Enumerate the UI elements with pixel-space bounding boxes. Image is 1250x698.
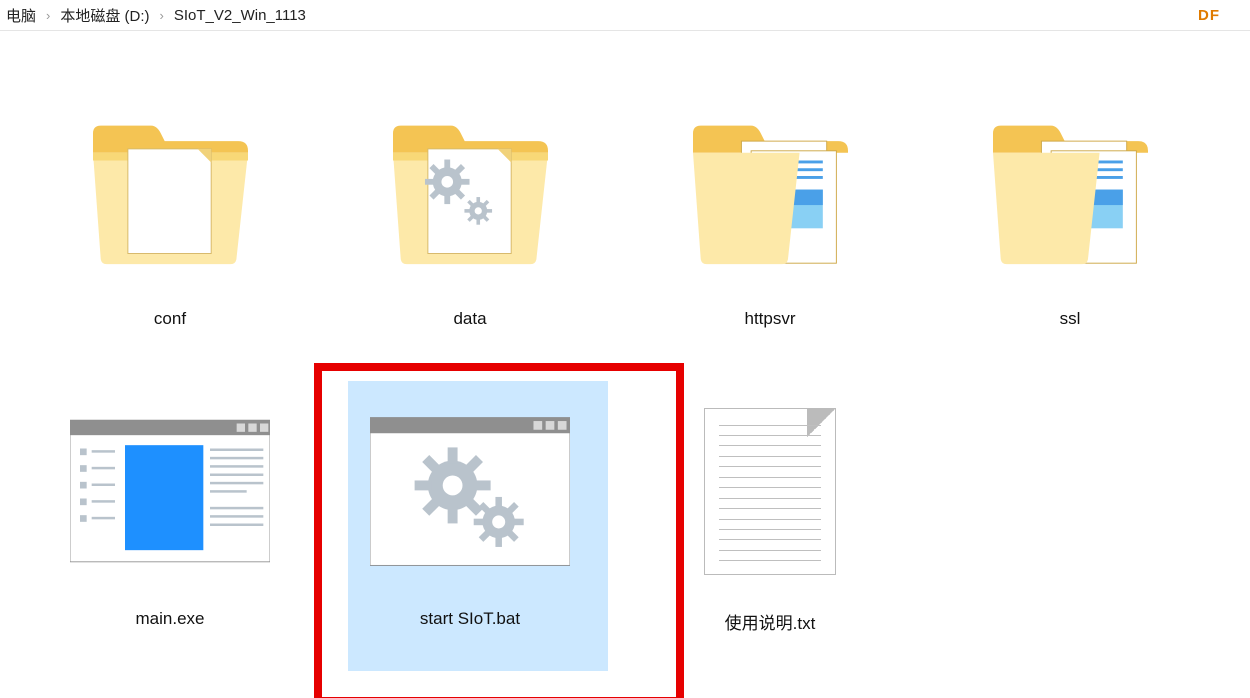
chevron-right-icon: ›	[152, 8, 172, 23]
item-label: ssl	[1060, 309, 1081, 329]
df-badge: DF	[1198, 7, 1220, 24]
folder-ssl[interactable]: ssl	[920, 71, 1220, 371]
folder-data[interactable]: data	[320, 71, 620, 371]
item-label: conf	[154, 309, 186, 329]
file-grid: conf data httpsvr ssl main.exe star	[0, 31, 1250, 671]
bat-icon	[370, 391, 570, 591]
text-file-icon	[670, 391, 870, 591]
item-label: data	[453, 309, 486, 329]
breadcrumb-drive[interactable]: 本地磁盘 (D:)	[58, 5, 151, 26]
file-main-exe[interactable]: main.exe	[20, 371, 320, 671]
item-label: start SIoT.bat	[420, 609, 520, 629]
breadcrumb[interactable]: 电脑 › 本地磁盘 (D:) › SIoT_V2_Win_1113 DF	[0, 0, 1250, 31]
item-label: httpsvr	[744, 309, 795, 329]
folder-icon	[70, 91, 270, 291]
item-label: main.exe	[136, 609, 205, 629]
folder-gears-icon	[370, 91, 570, 291]
file-readme-txt[interactable]: 使用说明.txt	[620, 371, 920, 671]
breadcrumb-folder[interactable]: SIoT_V2_Win_1113	[172, 7, 308, 24]
folder-conf[interactable]: conf	[20, 71, 320, 371]
file-start-siot-bat[interactable]: start SIoT.bat	[320, 371, 620, 671]
folder-docs-icon	[670, 91, 870, 291]
folder-docs-icon	[970, 91, 1170, 291]
chevron-right-icon: ›	[38, 8, 58, 23]
exe-icon	[70, 391, 270, 591]
breadcrumb-pc[interactable]: 电脑	[4, 5, 38, 26]
folder-httpsvr[interactable]: httpsvr	[620, 71, 920, 371]
item-label: 使用说明.txt	[725, 609, 816, 634]
